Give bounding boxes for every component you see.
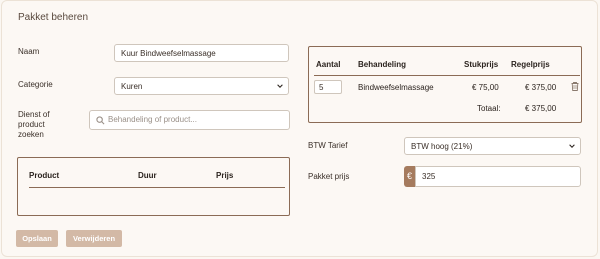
pakket-prijs-label: Pakket prijs [308, 172, 350, 181]
search-icon [96, 116, 105, 125]
euro-icon: € [404, 166, 415, 187]
product-search-input[interactable]: Behandeling of product... [89, 110, 290, 130]
dienst-label-line2: product [18, 120, 45, 129]
pakket-prijs-value: 325 [422, 172, 436, 181]
search-placeholder: Behandeling of product... [108, 115, 197, 124]
stukprijs-header: Stukprijs [464, 60, 499, 69]
dienst-label: Dienst of product zoeken [18, 110, 50, 140]
product-table: Product Duur Prijs [17, 157, 290, 216]
totaal-value: € 375,00 [525, 104, 557, 113]
behandeling-header: Behandeling [358, 60, 407, 69]
behandeling-cell: Bindweefselmassage [358, 83, 434, 92]
categorie-select[interactable]: Kuren [114, 77, 289, 95]
duur-header: Duur [138, 171, 157, 180]
naam-input-value: Kuur Bindweefselmassage [121, 49, 216, 58]
naam-label: Naam [18, 47, 40, 56]
stukprijs-cell: € 75,00 [472, 83, 499, 92]
dienst-label-line1: Dienst of [18, 110, 50, 119]
categorie-label: Categorie [18, 80, 53, 89]
categorie-select-value: Kuren [121, 82, 143, 91]
product-table-divider [29, 187, 285, 188]
totaal-label: Totaal: [477, 104, 501, 113]
btw-select[interactable]: BTW hoog (21%) [404, 137, 581, 155]
btw-label: BTW Tarief [308, 141, 348, 150]
page-title: Pakket beheren [18, 12, 89, 23]
dienst-label-line3: zoeken [18, 130, 44, 139]
package-table: Aantal Behandeling Stukprijs Regelprijs … [308, 46, 582, 123]
aantal-value: 5 [319, 83, 324, 92]
prijs-header: Prijs [216, 171, 234, 180]
trash-icon[interactable] [571, 82, 579, 91]
delete-button[interactable]: Verwijderen [66, 230, 122, 247]
aantal-header: Aantal [316, 60, 341, 69]
pakket-prijs-input[interactable]: 325 [415, 166, 581, 187]
regelprijs-header: Regelprijs [511, 60, 550, 69]
aantal-input[interactable]: 5 [314, 80, 342, 94]
chevron-down-icon [569, 144, 575, 148]
chevron-down-icon [277, 84, 283, 88]
btw-select-value: BTW hoog (21%) [411, 142, 473, 151]
product-header: Product [29, 171, 60, 180]
package-table-divider [314, 75, 580, 76]
naam-input[interactable]: Kuur Bindweefselmassage [114, 44, 289, 62]
regelprijs-cell: € 375,00 [525, 83, 557, 92]
save-button[interactable]: Opslaan [16, 230, 58, 247]
